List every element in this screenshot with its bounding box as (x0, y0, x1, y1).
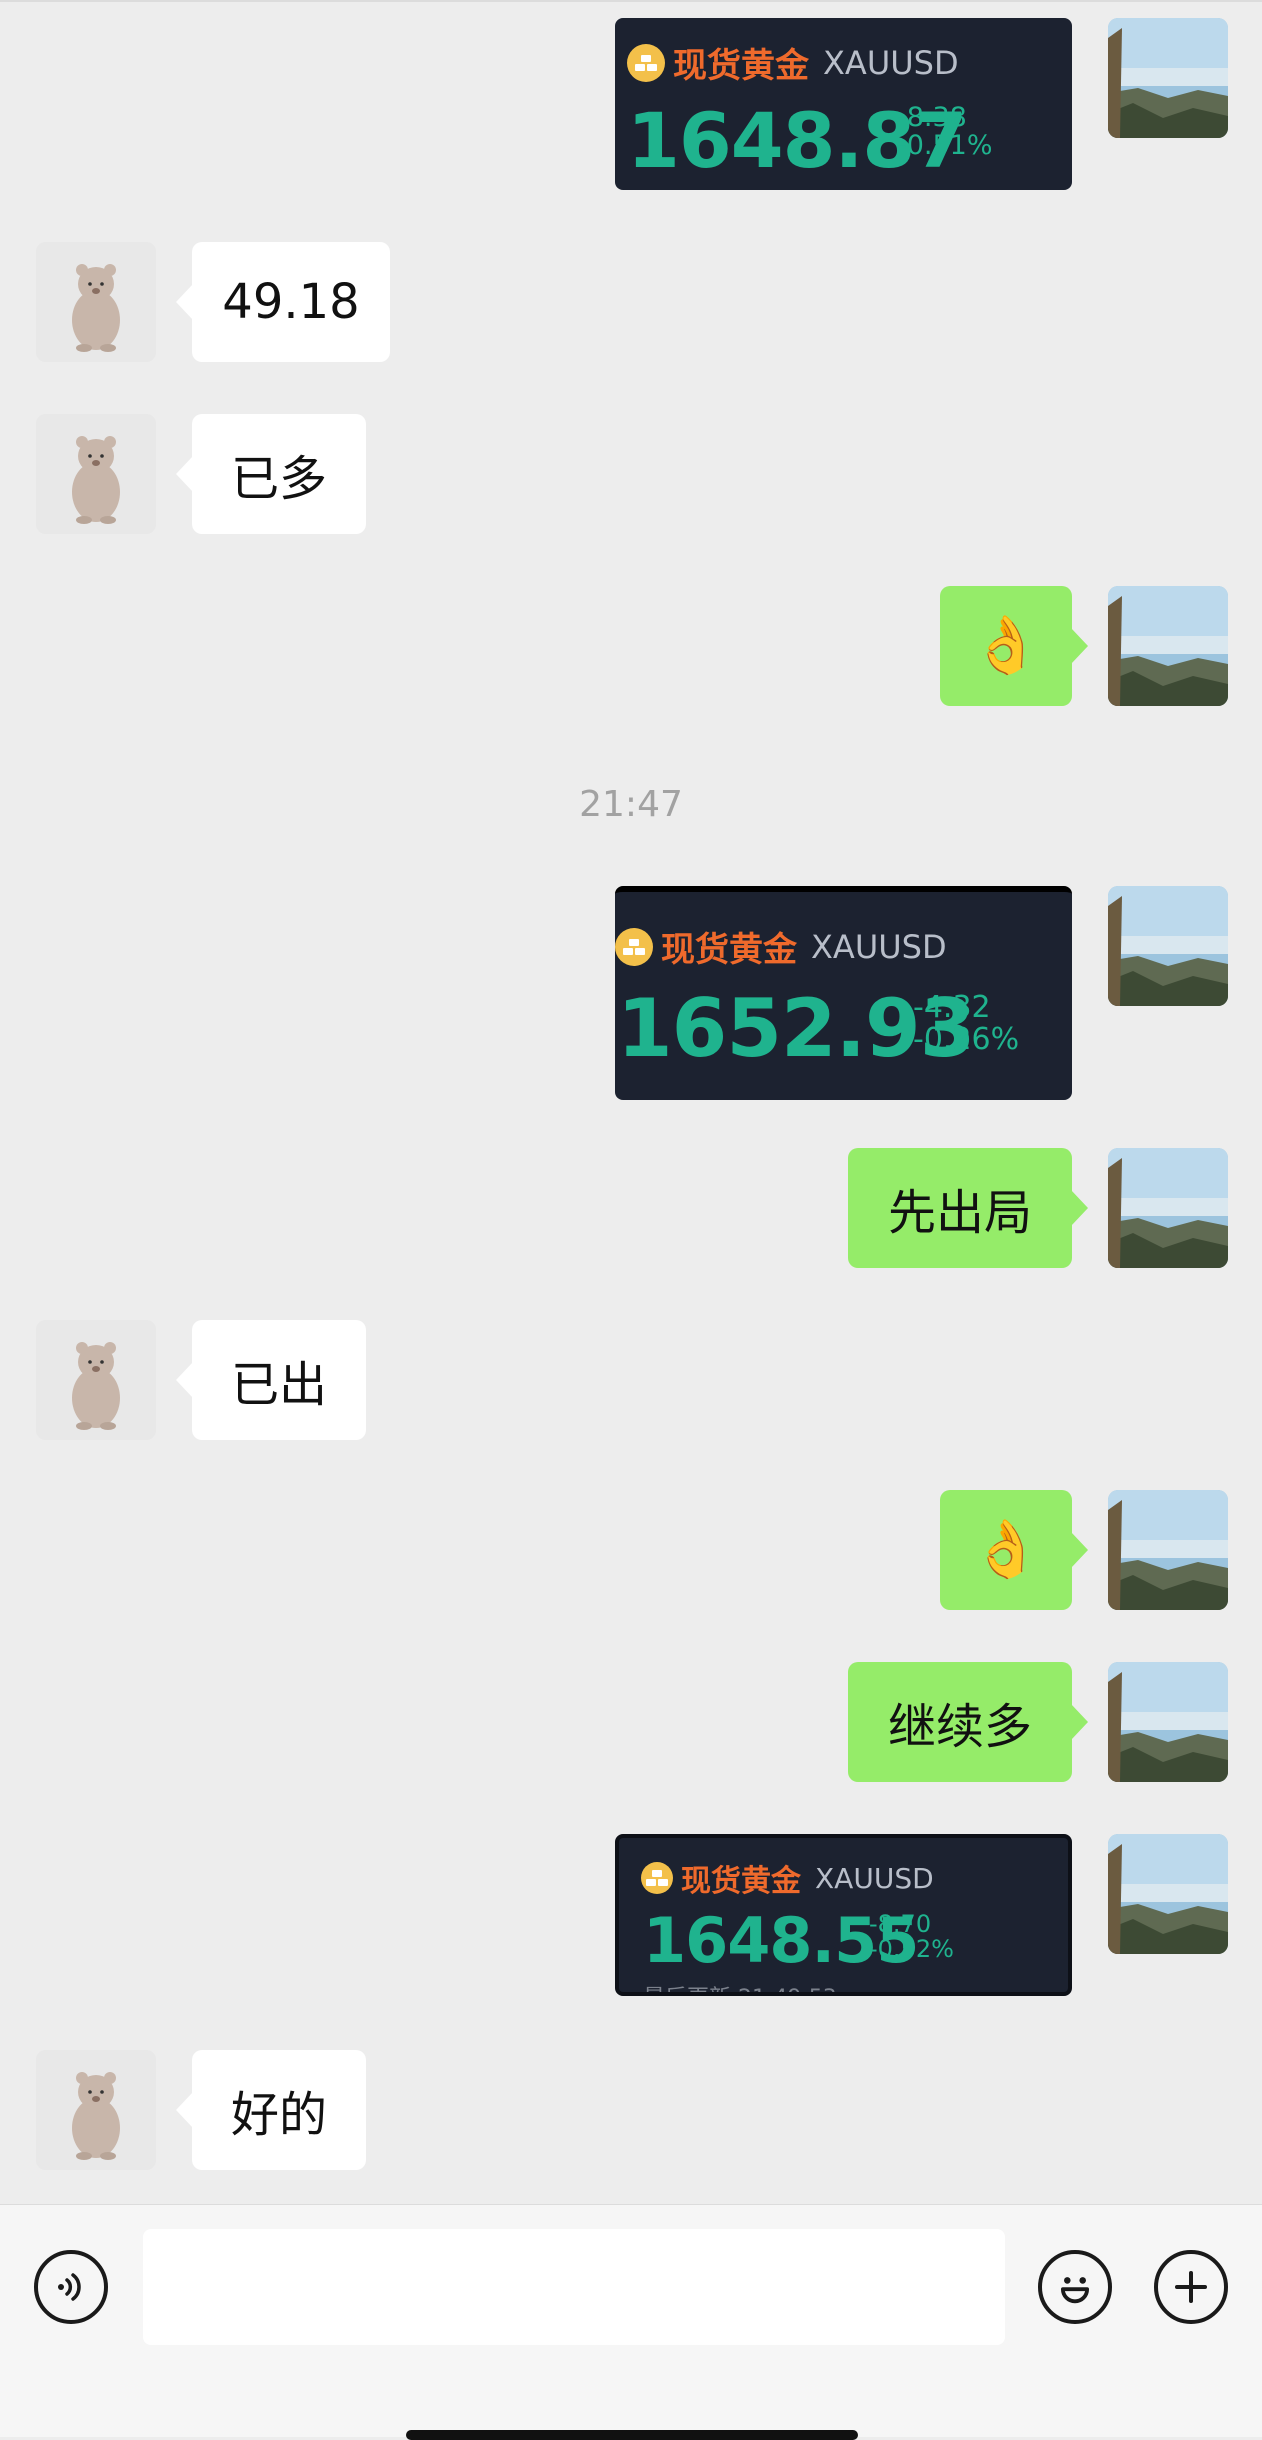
quote-change-percent: -0.52% (869, 1935, 954, 1963)
quote-card[interactable]: 现货黄金 XAUUSD 1648.87 -8.38 -0.51% (615, 18, 1072, 190)
avatar-self[interactable] (1108, 1490, 1228, 1610)
landscape-avatar-icon (1108, 1834, 1228, 1954)
quote-footer: 最后更新 21:49:53 (643, 1980, 837, 1992)
message-text: 已多 (230, 451, 327, 507)
quote-change-value: -8.38 (897, 102, 967, 133)
chat-timestamp: 21:47 (579, 784, 683, 825)
message-text: 好的 (230, 2087, 327, 2143)
message-input[interactable] (143, 2229, 1005, 2345)
smiley-icon (1060, 2277, 1090, 2304)
quote-name: 现货黄金 (681, 1864, 801, 1899)
message-bubble[interactable]: 好的 (176, 2050, 366, 2170)
quote-change-value: -4.32 (913, 990, 991, 1025)
quote-name: 现货黄金 (661, 930, 797, 970)
quote-change-value: -8.70 (869, 1910, 932, 1938)
message-bubble[interactable]: 👌 (940, 1490, 1088, 1610)
bear-avatar-icon (36, 414, 156, 534)
landscape-avatar-icon (1108, 886, 1228, 1006)
gold-bars-icon (627, 43, 665, 82)
quote-name: 现货黄金 (673, 46, 809, 86)
message-text: 继续多 (887, 1699, 1032, 1755)
avatar-self[interactable] (1108, 1148, 1228, 1268)
bear-avatar-icon (36, 2050, 156, 2170)
avatar-self[interactable] (1108, 1834, 1228, 1954)
message-bubble[interactable]: 49.18 (176, 242, 390, 362)
quote-symbol: XAUUSD (823, 43, 959, 82)
avatar-other[interactable] (36, 242, 156, 362)
message-bubble[interactable]: 继续多 (848, 1662, 1088, 1782)
quote-change: -8.38 -0.51% (897, 104, 993, 160)
voice-button[interactable] (34, 2250, 108, 2324)
quote-change: -4.32 -0.26% (913, 992, 1019, 1056)
message-text: 已出 (230, 1357, 327, 1413)
message-text: 先出局 (887, 1185, 1032, 1241)
landscape-avatar-icon (1108, 586, 1228, 706)
message-bubble[interactable]: 先出局 (848, 1148, 1088, 1268)
landscape-avatar-icon (1108, 1148, 1228, 1268)
landscape-avatar-icon (1108, 1490, 1228, 1610)
message-text: 49.18 (222, 274, 360, 330)
bear-avatar-icon (36, 1320, 156, 1440)
plus-icon (1175, 2271, 1207, 2303)
avatar-self[interactable] (1108, 18, 1228, 138)
quote-change-percent: -0.51% (897, 130, 993, 161)
message-bubble[interactable]: 👌 (940, 586, 1088, 706)
more-button[interactable] (1154, 2250, 1228, 2324)
home-indicator (406, 2430, 858, 2440)
avatar-self[interactable] (1108, 586, 1228, 706)
quote-change-percent: -0.26% (913, 1022, 1020, 1057)
gold-bars-icon (615, 927, 653, 966)
voice-icon (58, 2273, 81, 2301)
ok-hand-icon: 👌 (971, 1517, 1041, 1582)
avatar-other[interactable] (36, 1320, 156, 1440)
bear-avatar-icon (36, 242, 156, 362)
message-bubble[interactable]: 已多 (176, 414, 366, 534)
landscape-avatar-icon (1108, 1662, 1228, 1782)
avatar-other[interactable] (36, 2050, 156, 2170)
gold-bars-icon (641, 1862, 673, 1894)
message-bubble[interactable]: 已出 (176, 1320, 366, 1440)
quote-symbol: XAUUSD (811, 927, 947, 966)
quote-symbol: XAUUSD (815, 1861, 934, 1895)
chat-message-list[interactable]: 现货黄金 XAUUSD 1648.87 -8.38 -0.51% 49.18 已… (0, 0, 1262, 2204)
landscape-avatar-icon (1108, 18, 1228, 138)
avatar-self[interactable] (1108, 1662, 1228, 1782)
emoji-button[interactable] (1038, 2250, 1112, 2324)
avatar-other[interactable] (36, 414, 156, 534)
ok-hand-icon: 👌 (971, 613, 1041, 678)
avatar-self[interactable] (1108, 886, 1228, 1006)
quote-change: -8.70 -0.52% (869, 1912, 954, 1962)
quote-card[interactable]: 现货黄金 XAUUSD 1648.55 -8.70 -0.52% 最后更新 21… (615, 1834, 1072, 1996)
quote-card[interactable]: 现货黄金 XAUUSD 1652.93 -4.32 -0.26% (615, 886, 1072, 1100)
